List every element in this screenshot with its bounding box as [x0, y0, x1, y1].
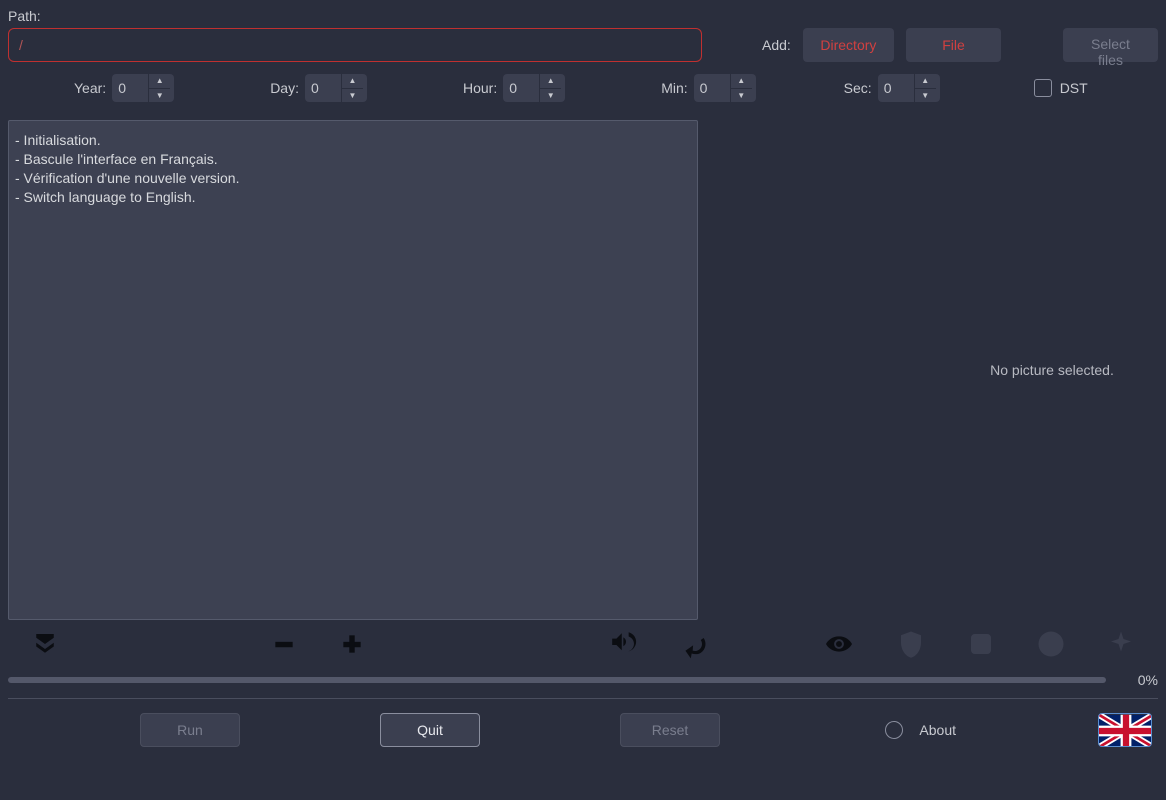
progress-percent: 0%: [1118, 672, 1158, 688]
select-files-button[interactable]: Select files: [1063, 28, 1158, 62]
hour-up-icon[interactable]: ▲: [540, 74, 561, 89]
min-label: Min:: [661, 80, 687, 96]
year-stepper[interactable]: ▲ ▼: [112, 74, 174, 102]
dst-checkbox[interactable]: [1034, 79, 1052, 97]
shield-icon[interactable]: [896, 627, 926, 661]
sparkle-icon[interactable]: [1106, 627, 1136, 661]
min-up-icon[interactable]: ▲: [731, 74, 752, 89]
log-line: - Switch language to English.: [15, 188, 691, 207]
day-up-icon[interactable]: ▲: [342, 74, 363, 89]
preview-empty-text: No picture selected.: [990, 362, 1114, 378]
log-panel: - Initialisation. - Bascule l'interface …: [8, 120, 698, 620]
run-button[interactable]: Run: [140, 713, 240, 747]
sec-up-icon[interactable]: ▲: [915, 74, 936, 89]
min-down-icon[interactable]: ▼: [731, 89, 752, 103]
day-label: Day:: [270, 80, 299, 96]
hour-down-icon[interactable]: ▼: [540, 89, 561, 103]
minus-icon[interactable]: [270, 627, 298, 661]
year-label: Year:: [74, 80, 106, 96]
year-up-icon[interactable]: ▲: [149, 74, 170, 89]
eye-icon[interactable]: [822, 627, 856, 661]
min-input[interactable]: [694, 80, 730, 96]
about-label: About: [919, 722, 956, 738]
volume-icon[interactable]: [607, 627, 641, 661]
about-radio[interactable]: [885, 721, 903, 739]
log-line: - Initialisation.: [15, 131, 691, 150]
dst-label: DST: [1060, 80, 1088, 96]
preview-panel: No picture selected.: [946, 120, 1158, 620]
sec-input[interactable]: [878, 80, 914, 96]
toolbar: [8, 620, 1158, 668]
sec-stepper[interactable]: ▲ ▼: [878, 74, 940, 102]
hour-label: Hour:: [463, 80, 497, 96]
rotate-icon[interactable]: [681, 627, 709, 661]
day-down-icon[interactable]: ▼: [342, 89, 363, 103]
day-stepper[interactable]: ▲ ▼: [305, 74, 367, 102]
sec-down-icon[interactable]: ▼: [915, 89, 936, 103]
reset-button[interactable]: Reset: [620, 713, 720, 747]
stop-icon[interactable]: [966, 627, 996, 661]
language-flag-button[interactable]: [1098, 713, 1152, 747]
add-directory-button[interactable]: Directory: [803, 28, 894, 62]
separator: [8, 698, 1158, 699]
day-input[interactable]: [305, 80, 341, 96]
path-label: Path:: [8, 8, 1158, 24]
log-line: - Vérification d'une nouvelle version.: [15, 169, 691, 188]
hour-stepper[interactable]: ▲ ▼: [503, 74, 565, 102]
add-label: Add:: [762, 37, 791, 53]
help-icon[interactable]: [1036, 627, 1066, 661]
add-file-button[interactable]: File: [906, 28, 1001, 62]
sec-label: Sec:: [844, 80, 872, 96]
year-input[interactable]: [112, 80, 148, 96]
min-stepper[interactable]: ▲ ▼: [694, 74, 756, 102]
quit-button[interactable]: Quit: [380, 713, 480, 747]
hour-input[interactable]: [503, 80, 539, 96]
download-icon[interactable]: [30, 627, 60, 661]
plus-icon[interactable]: [338, 627, 366, 661]
log-line: - Bascule l'interface en Français.: [15, 150, 691, 169]
progress-bar: [8, 677, 1106, 683]
path-input[interactable]: [8, 28, 702, 62]
year-down-icon[interactable]: ▼: [149, 89, 170, 103]
